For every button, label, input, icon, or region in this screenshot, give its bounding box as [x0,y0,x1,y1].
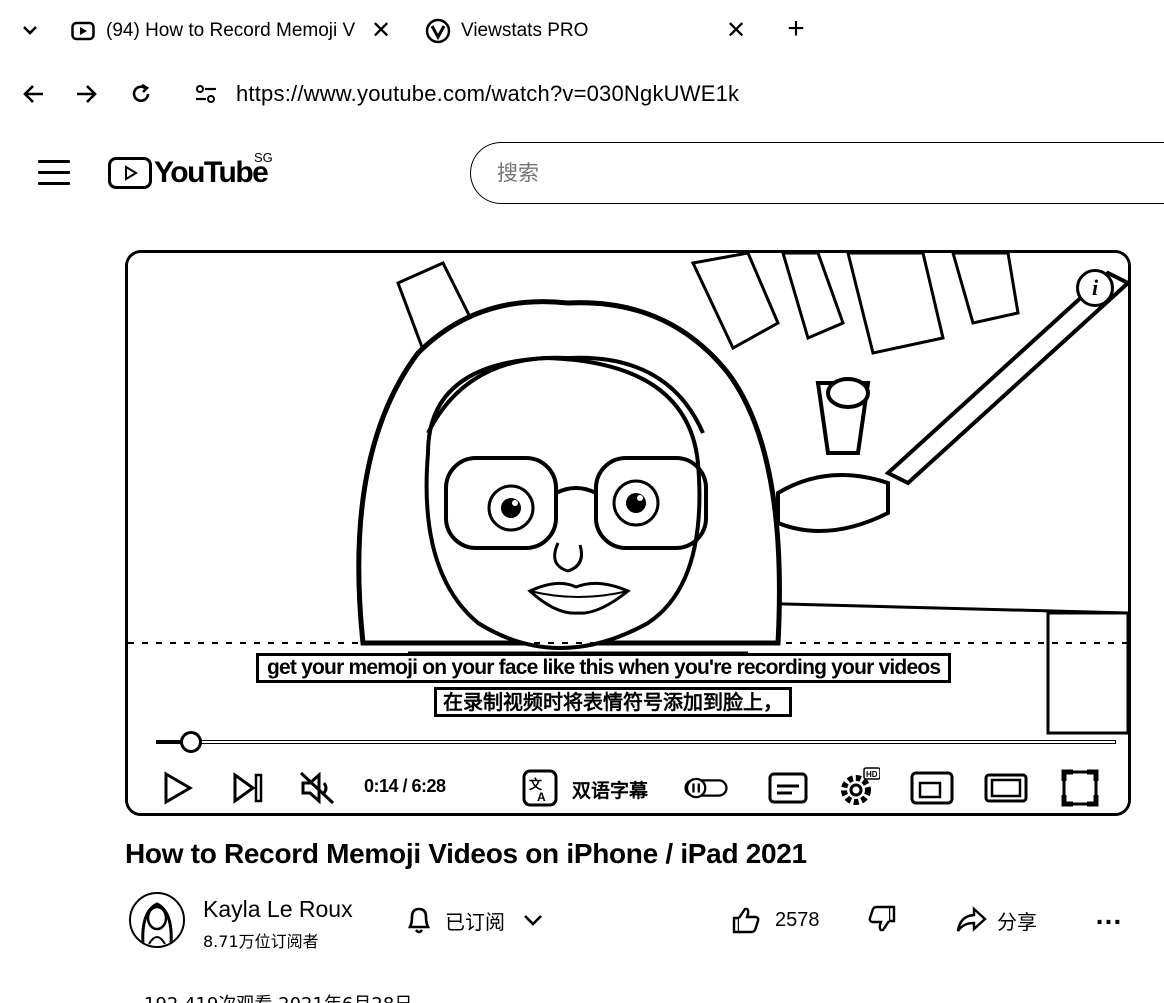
play-icon[interactable] [156,766,200,810]
url-field[interactable]: https://www.youtube.com/watch?v=030NgkUW… [236,81,739,107]
muted-volume-icon[interactable] [296,766,340,810]
svg-text:A: A [537,790,546,804]
tab-title: (94) How to Record Memoji Videos on iPho… [106,20,356,41]
info-button[interactable]: i [1076,269,1114,307]
youtube-tab-icon [70,18,96,44]
share-button[interactable]: 分享 [955,900,1037,940]
close-tab-icon[interactable]: ✕ [368,18,394,44]
reload-icon[interactable] [125,78,157,110]
miniplayer-icon[interactable] [910,766,954,810]
subscribed-button[interactable]: 已订阅 [405,900,543,940]
youtube-logo[interactable]: YouTube SG [108,150,273,190]
time-display: 0:14 / 6:28 [364,776,446,796]
share-icon [956,906,987,932]
hd-badge: HD [866,770,878,779]
like-button[interactable]: 2578 [731,900,820,940]
subscribed-label: 已订阅 [445,909,505,934]
channel-name[interactable]: Kayla Le Roux [203,896,353,923]
browser-tab-bar: (94) How to Record Memoji Videos on iPho… [0,0,1164,62]
scrubber-handle[interactable] [180,731,202,753]
chevron-down-icon [524,915,542,926]
site-settings-icon[interactable] [190,78,222,110]
channel-avatar[interactable] [129,892,185,948]
close-tab-icon[interactable]: ✕ [723,18,749,44]
like-count: 2578 [775,908,820,931]
search-input[interactable] [497,161,1097,185]
tab-title: Viewstats PRO [461,20,589,41]
logo-text: YouTube [154,156,269,189]
viewstats-icon [425,18,451,44]
region-code: SG [254,150,273,165]
caption-english: get your memoji on your face like this w… [256,653,952,683]
back-arrow-icon[interactable] [18,78,50,110]
next-icon[interactable] [226,766,270,810]
search-box[interactable] [470,142,1164,204]
progress-track [156,740,1116,744]
address-bar: https://www.youtube.com/watch?v=030NgkUW… [0,66,1164,122]
play-logo-icon [108,157,152,189]
youtube-header: YouTube SG [0,130,1164,220]
video-title: How to Record Memoji Videos on iPhone / … [125,838,807,869]
video-frame [128,253,1128,813]
thumbs-down-icon[interactable] [867,904,901,938]
thumbs-up-icon [732,907,760,934]
forward-arrow-icon[interactable] [70,78,102,110]
video-player[interactable]: i get your memoji on your face like this… [125,250,1131,816]
share-label: 分享 [997,909,1037,934]
subtitles-icon[interactable] [766,766,810,810]
menu-icon[interactable] [38,160,70,186]
autoplay-toggle[interactable] [684,766,728,810]
settings-gear-icon[interactable]: HD [836,766,880,810]
theater-mode-icon[interactable] [984,766,1028,810]
bilingual-subtitles-label[interactable]: 双语字幕 [572,776,648,803]
progress-bar[interactable] [156,731,1116,753]
tab-list-chevron-icon[interactable] [14,14,46,46]
caption-chinese: 在录制视频时将表情符号添加到脸上， [434,687,792,717]
tab-youtube[interactable]: (94) How to Record Memoji Videos on iPho… [70,10,400,52]
translate-icon[interactable]: 文A [518,766,562,810]
video-owner-row: Kayla Le Roux 8.71万位订阅者 已订阅 2578 分享 … [125,886,1164,956]
player-controls: 0:14 / 6:28 文A 双语字幕 HD [128,758,1128,813]
bell-icon [407,907,431,934]
more-actions-icon[interactable]: … [1089,900,1129,940]
fullscreen-icon[interactable] [1058,766,1102,810]
subscriber-count: 8.71万位订阅者 [203,932,319,951]
view-count-date: 192,419次观看 2021年6月28日 [144,990,412,1003]
new-tab-button[interactable]: + [780,14,812,46]
tab-viewstats[interactable]: Viewstats PRO ✕ [425,10,755,52]
